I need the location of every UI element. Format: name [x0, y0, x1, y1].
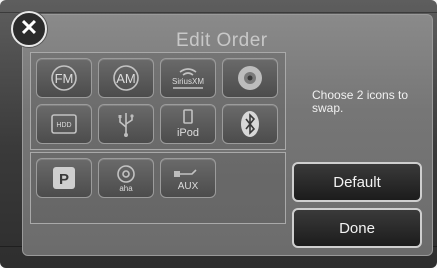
- hdd-icon: HDD: [51, 114, 77, 134]
- aux-icon: AUX: [174, 169, 199, 192]
- page-title: Edit Order: [176, 30, 268, 51]
- source-tile-hdd[interactable]: HDD: [36, 104, 92, 144]
- svg-text:iPod: iPod: [177, 127, 199, 139]
- done-button[interactable]: Done: [292, 208, 422, 248]
- aha-icon: aha: [117, 165, 135, 193]
- usb-icon: [118, 113, 134, 137]
- siriusxm-icon: SiriusXM: [172, 68, 204, 89]
- source-tile-ipod[interactable]: iPod: [160, 104, 216, 144]
- default-button-label: Default: [333, 173, 381, 191]
- default-button[interactable]: Default: [292, 162, 422, 202]
- edit-order-screen: ✕ Edit Order FM AM SiriusXM HDD iPod P a…: [0, 0, 437, 268]
- close-button[interactable]: ✕: [11, 11, 47, 47]
- am-radio-icon: AM: [113, 65, 139, 91]
- swap-hint-text: Choose 2 icons to swap.: [312, 88, 409, 115]
- extra-tile-aux[interactable]: AUX: [160, 158, 216, 198]
- svg-text:SiriusXM: SiriusXM: [172, 77, 204, 86]
- source-tile-am[interactable]: AM: [98, 58, 154, 98]
- done-button-label: Done: [339, 219, 375, 237]
- svg-text:HDD: HDD: [56, 122, 71, 129]
- pandora-icon: P: [53, 167, 75, 189]
- svg-text:AM: AM: [116, 71, 136, 86]
- close-x-icon: ✕: [19, 15, 39, 40]
- bluetooth-icon: [241, 111, 259, 137]
- fm-radio-icon: FM: [51, 65, 77, 91]
- disc-icon: [238, 66, 262, 90]
- svg-text:FM: FM: [55, 71, 74, 86]
- source-tile-bluetooth[interactable]: [222, 104, 278, 144]
- extra-tile-pandora[interactable]: P: [36, 158, 92, 198]
- svg-text:P: P: [59, 171, 69, 188]
- ipod-icon: iPod: [177, 109, 199, 139]
- extra-tile-aha[interactable]: aha: [98, 158, 154, 198]
- svg-text:aha: aha: [119, 184, 133, 193]
- source-tile-usb[interactable]: [98, 104, 154, 144]
- source-tile-fm[interactable]: FM: [36, 58, 92, 98]
- svg-text:AUX: AUX: [178, 181, 199, 192]
- source-tile-disc[interactable]: [222, 58, 278, 98]
- source-tile-siriusxm[interactable]: SiriusXM: [160, 58, 216, 98]
